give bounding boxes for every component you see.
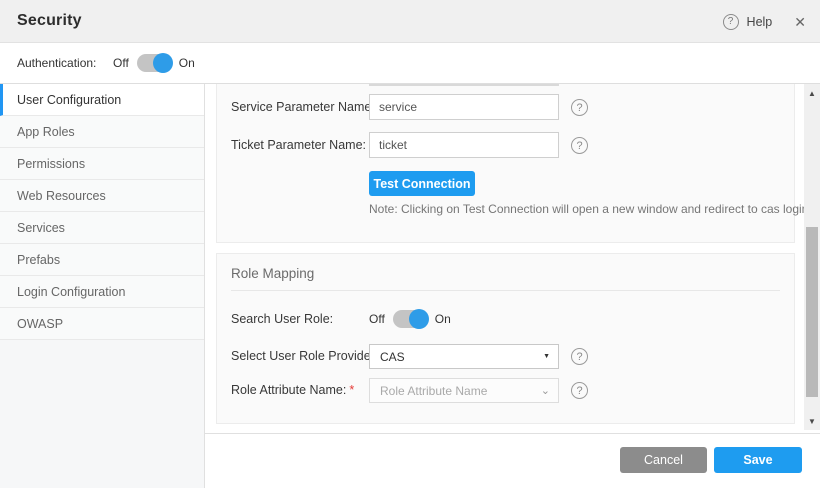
settings-sidebar: User Configuration App Roles Permissions… xyxy=(0,84,205,488)
cancel-button[interactable]: Cancel xyxy=(620,447,707,473)
service-parameter-label: Service Parameter Name:* xyxy=(231,94,383,120)
required-asterisk: * xyxy=(349,383,354,397)
page-title: Security xyxy=(17,12,82,30)
authentication-label: Authentication: xyxy=(17,56,113,70)
close-icon[interactable]: ✕ xyxy=(794,15,806,29)
role-mapping-panel: Role Mapping Search User Role: Off On Se… xyxy=(216,253,795,424)
save-button[interactable]: Save xyxy=(714,447,802,473)
scroll-down-arrow-icon[interactable]: ▼ xyxy=(804,414,820,428)
authentication-toggle[interactable] xyxy=(137,54,171,72)
provider-label: Select User Role Provider: xyxy=(231,343,378,369)
role-mapping-title: Role Mapping xyxy=(231,266,314,281)
provider-help-icon[interactable]: ? xyxy=(571,348,588,365)
service-parameter-input[interactable] xyxy=(369,94,559,120)
cas-parameters-panel: Service Parameter Name:* ? Ticket Parame… xyxy=(216,84,795,243)
vertical-scrollbar[interactable]: ▲ ▼ xyxy=(804,84,820,430)
search-user-role-toggle[interactable] xyxy=(393,310,427,328)
test-connection-note: Note: Clicking on Test Connection will o… xyxy=(369,202,808,216)
select-arrow-icon: ▼ xyxy=(543,353,558,360)
scrollbar-thumb[interactable] xyxy=(806,227,818,397)
sidebar-item-permissions[interactable]: Permissions xyxy=(0,148,204,180)
sidebar-item-services[interactable]: Services xyxy=(0,212,204,244)
search-user-role-label: Search User Role: xyxy=(231,306,333,332)
role-attribute-combobox[interactable]: Role Attribute Name ⌄ xyxy=(369,378,559,403)
sidebar-item-prefabs[interactable]: Prefabs xyxy=(0,244,204,276)
dialog-header: Security ? Help ✕ xyxy=(0,0,820,43)
section-divider xyxy=(231,290,780,291)
authentication-on-label: On xyxy=(179,56,195,70)
sidebar-item-login-configuration[interactable]: Login Configuration xyxy=(0,276,204,308)
role-attribute-placeholder: Role Attribute Name xyxy=(370,384,541,398)
sidebar-item-app-roles[interactable]: App Roles xyxy=(0,116,204,148)
search-user-role-off-label: Off xyxy=(369,312,385,326)
provider-selected-value: CAS xyxy=(370,350,543,364)
help-link[interactable]: Help xyxy=(747,15,773,29)
sidebar-item-user-configuration[interactable]: User Configuration xyxy=(0,84,204,116)
service-parameter-help-icon[interactable]: ? xyxy=(571,99,588,116)
scroll-up-arrow-icon[interactable]: ▲ xyxy=(804,86,820,100)
ticket-parameter-label: Ticket Parameter Name:* xyxy=(231,132,374,158)
ticket-parameter-input[interactable] xyxy=(369,132,559,158)
ticket-parameter-help-icon[interactable]: ? xyxy=(571,137,588,154)
toggle-knob xyxy=(409,309,429,329)
test-connection-button[interactable]: Test Connection xyxy=(369,171,475,196)
footer-divider xyxy=(205,433,820,434)
security-settings-dialog: Security ? Help ✕ Authentication: Off On… xyxy=(0,0,820,488)
sidebar-item-owasp[interactable]: OWASP xyxy=(0,308,204,340)
help-icon[interactable]: ? xyxy=(723,14,739,30)
toggle-knob xyxy=(153,53,173,73)
search-user-role-toggle-row: Off On xyxy=(369,306,451,332)
sidebar-item-web-resources[interactable]: Web Resources xyxy=(0,180,204,212)
authentication-off-label: Off xyxy=(113,56,129,70)
authentication-row: Authentication: Off On xyxy=(0,43,820,84)
provider-select[interactable]: CAS ▼ xyxy=(369,344,559,369)
role-attribute-label: Role Attribute Name:* xyxy=(231,377,354,403)
clipped-field-edge xyxy=(369,84,559,86)
role-attribute-help-icon[interactable]: ? xyxy=(571,382,588,399)
search-user-role-on-label: On xyxy=(435,312,451,326)
